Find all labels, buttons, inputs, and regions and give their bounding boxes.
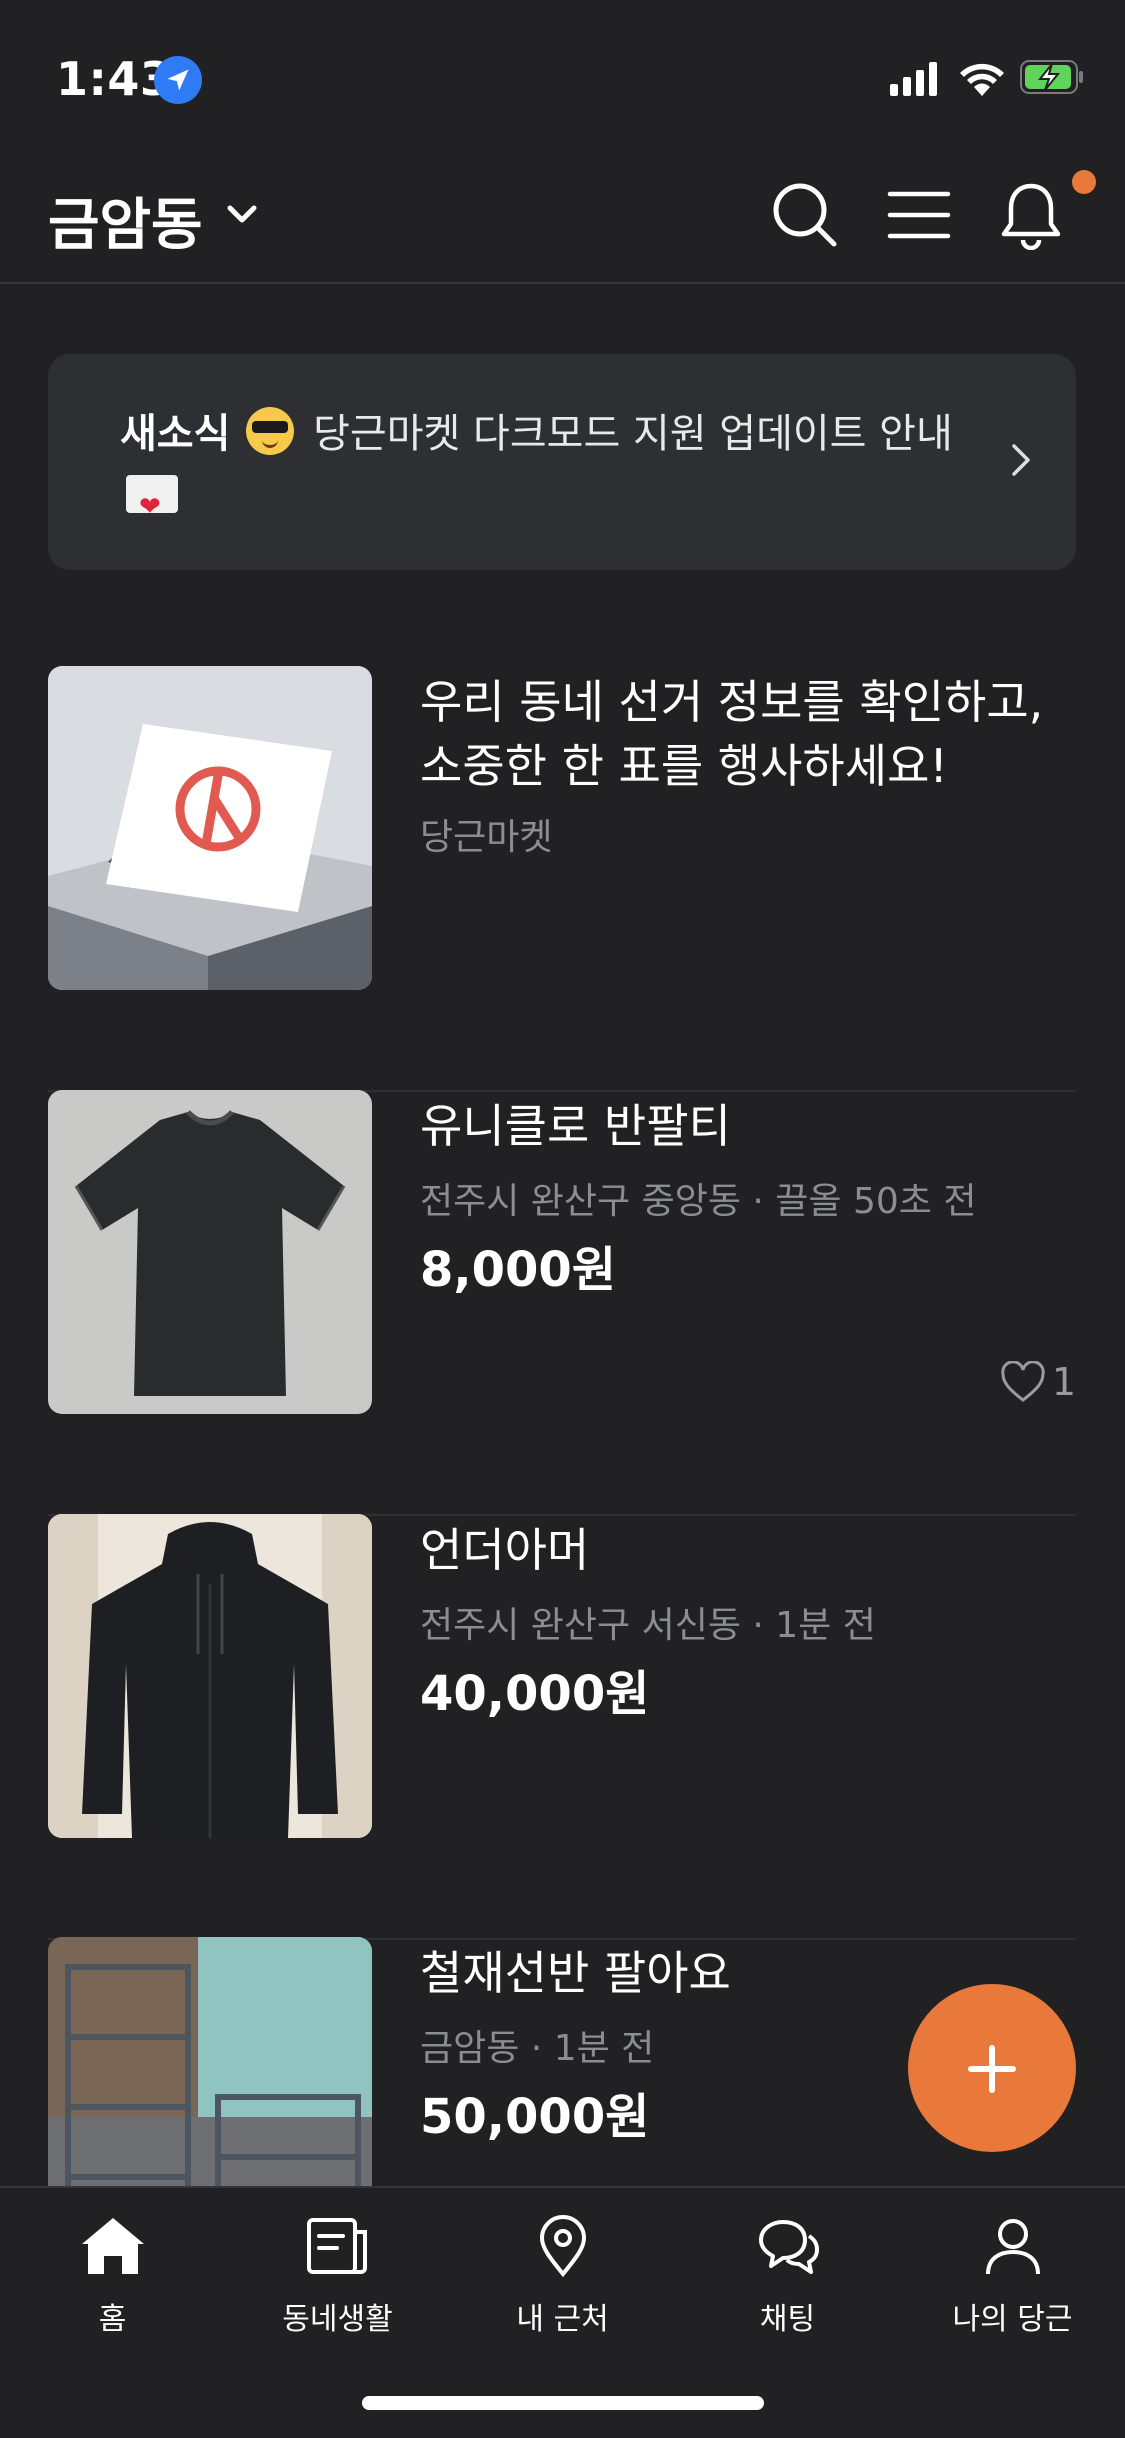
location-selector[interactable]: 금암동	[48, 180, 203, 261]
notification-badge	[1072, 170, 1096, 194]
tab-label: 홈	[98, 2302, 127, 2337]
write-post-button[interactable]	[908, 1984, 1076, 2152]
location-arrow-icon	[154, 56, 202, 104]
item-title: 유니클로 반팔티	[420, 1099, 731, 1153]
ballot-box-image	[48, 666, 372, 990]
hoodie-image	[48, 1514, 372, 1838]
bell-icon[interactable]	[996, 180, 1066, 250]
chevron-down-icon[interactable]	[226, 204, 258, 226]
item-subtitle: 당근마켓	[420, 817, 553, 858]
item-subtitle: 금암동 · 1분 전	[420, 2028, 655, 2069]
love-letter-emoji-icon	[126, 475, 178, 537]
item-price: 40,000원	[420, 1666, 650, 1722]
status-bar: 1:43	[0, 0, 1125, 150]
map-pin-icon	[539, 2215, 586, 2278]
tab-chat[interactable]: 채팅	[675, 2214, 900, 2364]
news-tag: 새소식	[120, 411, 231, 457]
item-price: 50,000원	[420, 2089, 650, 2145]
chevron-right-icon	[1012, 444, 1030, 476]
tshirt-image	[48, 1090, 372, 1414]
wifi-icon	[960, 63, 1004, 96]
cellular-signal-icon	[890, 62, 937, 96]
person-icon	[985, 2219, 1040, 2275]
tab-nearby[interactable]: 내 근처	[450, 2214, 675, 2364]
item-thumbnail	[48, 1514, 372, 1838]
menu-icon[interactable]	[884, 180, 954, 250]
item-price: 8,000원	[420, 1242, 616, 1298]
home-indicator	[362, 2396, 764, 2410]
item-thumbnail	[48, 666, 372, 990]
community-board-icon	[306, 2218, 367, 2274]
tab-label: 채팅	[759, 2302, 816, 2337]
like-count: 1	[1000, 1360, 1076, 1404]
item-title: 언더아머	[420, 1523, 590, 1577]
tab-community[interactable]: 동네생활	[225, 2214, 450, 2364]
news-banner[interactable]: 새소식 당근마켓 다크모드 지원 업데이트 안내	[48, 354, 1076, 570]
tab-my-profile[interactable]: 나의 당근	[900, 2214, 1125, 2364]
item-subtitle: 전주시 완산구 서신동 · 1분 전	[420, 1605, 876, 1646]
item-title: 우리 동네 선거 정보를 확인하고, 소중한 한 표를 행사하세요!	[420, 675, 1044, 793]
heart-icon	[1001, 1360, 1045, 1402]
tab-label: 나의 당근	[952, 2302, 1073, 2337]
search-icon[interactable]	[770, 180, 840, 250]
item-subtitle: 전주시 완산구 중앙동 · 끌올 50초 전	[420, 1181, 977, 1222]
tab-label: 내 근처	[516, 2302, 609, 2337]
news-banner-text: 새소식 당근마켓 다크모드 지원 업데이트 안내	[120, 404, 960, 537]
tab-label: 동네생활	[282, 2302, 393, 2337]
list-item[interactable]: 언더아머 전주시 완산구 서신동 · 1분 전 40,000원	[48, 1514, 1076, 1940]
news-headline: 당근마켓 다크모드 지원 업데이트 안내	[313, 411, 953, 457]
tab-home[interactable]: 홈	[0, 2214, 225, 2364]
sunglasses-emoji-icon	[246, 407, 295, 455]
chat-bubbles-icon	[758, 2220, 819, 2274]
item-thumbnail	[48, 1090, 372, 1414]
home-icon	[81, 2218, 144, 2274]
list-item[interactable]: 우리 동네 선거 정보를 확인하고, 소중한 한 표를 행사하세요! 당근마켓	[48, 666, 1076, 1092]
battery-charging-icon	[1020, 60, 1083, 94]
like-count-value: 1	[1051, 1360, 1076, 1404]
top-app-bar: 금암동	[0, 150, 1125, 284]
list-item[interactable]: 유니클로 반팔티 전주시 완산구 중앙동 · 끌올 50초 전 8,000원 1	[48, 1090, 1076, 1516]
